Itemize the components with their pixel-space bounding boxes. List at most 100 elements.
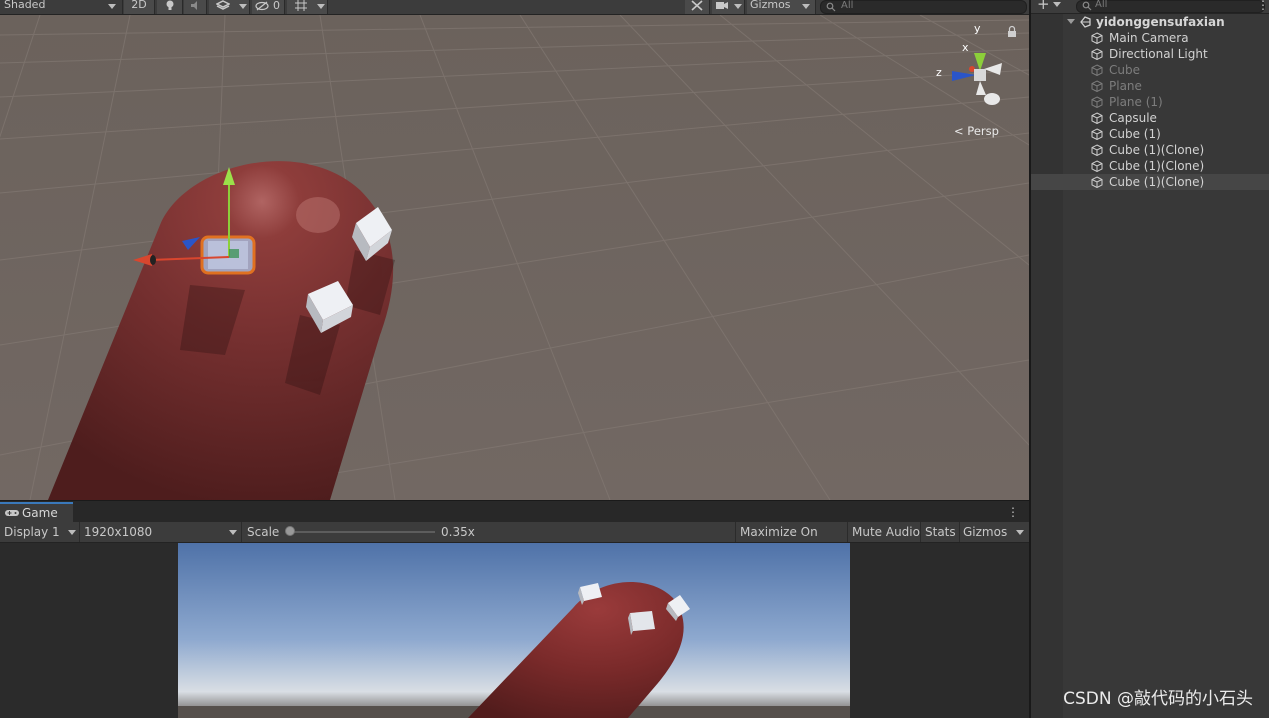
- hierarchy-item-label: Plane (1): [1109, 95, 1163, 109]
- display-dropdown[interactable]: Display 1: [0, 522, 78, 542]
- axis-z-label: z: [936, 66, 942, 79]
- hierarchy-item-cube-1-clone[interactable]: Cube (1)(Clone): [1031, 142, 1269, 158]
- scale-value: 0.35x: [441, 525, 475, 539]
- lighting-toggle-button[interactable]: [157, 0, 183, 14]
- hierarchy-search-placeholder: All: [1095, 0, 1108, 10]
- chevron-down-icon: [229, 530, 237, 535]
- chevron-down-icon: [317, 4, 325, 9]
- display-label: Display 1: [4, 525, 60, 539]
- chevron-down-icon: [802, 4, 810, 9]
- game-tab-bar: Game ⋮: [0, 500, 1029, 523]
- axis-y-label: y: [974, 22, 981, 35]
- hierarchy-item-cube-1-clone-selected[interactable]: Cube (1)(Clone): [1031, 174, 1269, 190]
- toggle-2d-button[interactable]: 2D: [124, 0, 155, 14]
- hierarchy-item-plane[interactable]: Plane: [1031, 78, 1269, 94]
- game-render-area[interactable]: [178, 543, 850, 718]
- persp-label: Persp: [967, 124, 999, 138]
- lightbulb-icon: [166, 0, 173, 10]
- scale-slider-thumb[interactable]: [285, 526, 295, 536]
- scale-slider-track[interactable]: [290, 531, 435, 533]
- hierarchy-item-cube[interactable]: Cube: [1031, 62, 1269, 78]
- grid-dropdown[interactable]: [287, 0, 328, 14]
- game-render-canvas: [178, 543, 850, 718]
- hierarchy-item-capsule[interactable]: Capsule: [1031, 110, 1269, 126]
- camera-icon: [716, 2, 728, 9]
- resolution-label: 1920x1080: [84, 525, 153, 539]
- divider: [241, 522, 242, 542]
- hierarchy-item-label: Cube (1): [1109, 127, 1161, 141]
- chevron-down-icon[interactable]: [1067, 19, 1075, 24]
- shading-mode-label: Shaded: [4, 0, 46, 11]
- audio-toggle-button[interactable]: [184, 0, 207, 14]
- unity-scene-icon: [1080, 16, 1091, 28]
- tools-button[interactable]: [685, 0, 710, 14]
- eye-slash-icon: [255, 1, 269, 11]
- gameobject-cube-icon: [1091, 128, 1103, 140]
- effects-dropdown[interactable]: [209, 0, 250, 14]
- scene-toolbar: Shaded 2D 0 Gizmos All: [0, 0, 1029, 15]
- gameobject-cube-icon: [1091, 32, 1103, 44]
- hidden-objects-button[interactable]: 0: [252, 0, 285, 14]
- speaker-icon: [191, 1, 197, 10]
- hierarchy-search-input[interactable]: All: [1076, 0, 1265, 13]
- hierarchy-item-label: Plane: [1109, 79, 1142, 93]
- stats-toggle[interactable]: Stats: [921, 522, 959, 542]
- gameobject-cube-icon: [1091, 48, 1103, 60]
- kebab-menu-icon[interactable]: ⋮: [1007, 505, 1019, 519]
- chevron-down-icon: [1016, 530, 1024, 535]
- game-view[interactable]: [0, 543, 1029, 718]
- gizmos-dropdown[interactable]: Gizmos: [747, 0, 816, 14]
- scene-search-placeholder: All: [841, 0, 854, 11]
- gameobject-cube-icon: [1091, 176, 1103, 188]
- scene-search-input[interactable]: All: [820, 0, 1027, 14]
- hierarchy-item-cube-1[interactable]: Cube (1): [1031, 126, 1269, 142]
- chevron-down-icon: [68, 530, 76, 535]
- mute-audio-toggle[interactable]: Mute Audio: [848, 522, 920, 542]
- hierarchy-item-label: Capsule: [1109, 111, 1157, 125]
- hierarchy-toolbar: + All ⋮: [1031, 0, 1269, 14]
- game-gizmos-dropdown[interactable]: Gizmos: [960, 522, 1029, 542]
- gameobject-cube-icon: [1091, 112, 1103, 124]
- layers-icon: [215, 0, 231, 10]
- maximize-on-play-toggle[interactable]: Maximize On Play: [736, 522, 846, 559]
- shading-mode-dropdown[interactable]: Shaded: [0, 0, 123, 14]
- hierarchy-item-main-camera[interactable]: Main Camera: [1031, 30, 1269, 46]
- toggle-2d-label: 2D: [131, 0, 147, 11]
- tools-icon: [691, 0, 703, 11]
- hierarchy-item-cube-1-clone[interactable]: Cube (1)(Clone): [1031, 158, 1269, 174]
- chevron-down-icon: [239, 4, 247, 9]
- hidden-count: 0: [273, 0, 280, 12]
- scene-view[interactable]: y x z < Persp: [0, 15, 1029, 500]
- gameobject-cube-icon: [1091, 96, 1103, 108]
- hierarchy-scene-root[interactable]: yidonggensufaxian: [1031, 14, 1269, 30]
- tab-game[interactable]: Game: [0, 502, 73, 522]
- create-dropdown[interactable]: +: [1035, 0, 1069, 13]
- camera-dropdown[interactable]: [712, 0, 745, 14]
- gameobject-cube-icon: [1091, 160, 1103, 172]
- hierarchy-item-label: Directional Light: [1109, 47, 1208, 61]
- chevron-down-icon: [108, 4, 116, 9]
- kebab-menu-icon[interactable]: ⋮: [1257, 0, 1269, 12]
- game-toolbar: Display 1 1920x1080 Scale 0.35x Maximize…: [0, 522, 1029, 559]
- search-icon: [826, 2, 836, 12]
- hierarchy-item-label: Main Camera: [1109, 31, 1189, 45]
- hierarchy-item-label: Cube (1)(Clone): [1109, 143, 1205, 157]
- watermark: CSDN @敲代码的小石头: [1063, 689, 1253, 709]
- chevron-left-icon: <: [954, 124, 964, 138]
- plus-icon: +: [1037, 0, 1050, 13]
- hierarchy-item-label: Cube: [1109, 63, 1140, 77]
- resolution-dropdown[interactable]: 1920x1080: [80, 522, 240, 542]
- gameobject-cube-icon: [1091, 64, 1103, 76]
- chevron-down-icon: [1053, 2, 1061, 7]
- scale-label: Scale: [247, 525, 280, 539]
- gameobject-cube-icon: [1091, 144, 1103, 156]
- game-tab-label: Game: [22, 506, 58, 520]
- scene-name: yidonggensufaxian: [1096, 15, 1225, 29]
- search-icon: [1082, 1, 1092, 11]
- hierarchy-item-directional-light[interactable]: Directional Light: [1031, 46, 1269, 62]
- game-gizmos-label: Gizmos: [963, 525, 1008, 539]
- scene-viewport-canvas[interactable]: y x z: [0, 15, 1029, 500]
- persp-toggle[interactable]: < Persp: [954, 124, 999, 138]
- gameobject-cube-icon: [1091, 80, 1103, 92]
- hierarchy-item-plane-1[interactable]: Plane (1): [1031, 94, 1269, 110]
